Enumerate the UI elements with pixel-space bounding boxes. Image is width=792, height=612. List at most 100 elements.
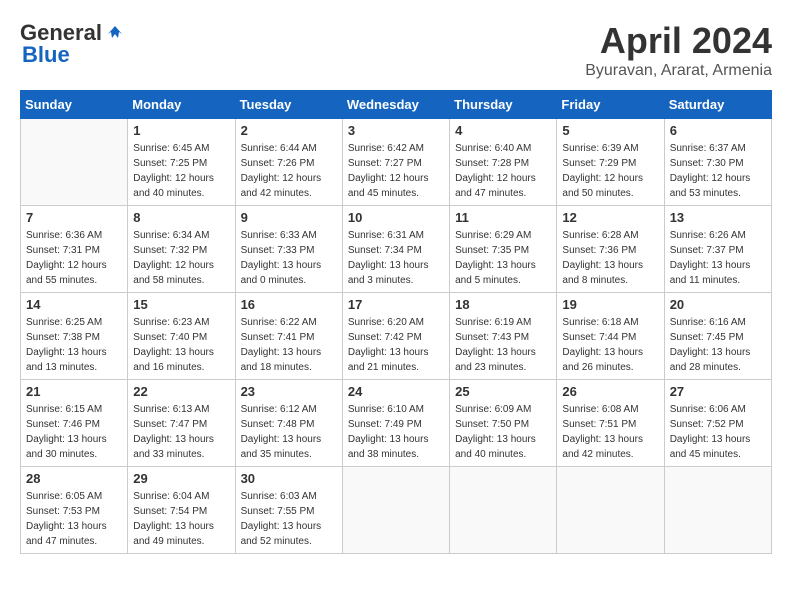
calendar-cell: 19Sunrise: 6:18 AMSunset: 7:44 PMDayligh… xyxy=(557,293,664,380)
day-info: Sunrise: 6:44 AMSunset: 7:26 PMDaylight:… xyxy=(241,141,337,201)
day-info: Sunrise: 6:05 AMSunset: 7:53 PMDaylight:… xyxy=(26,489,122,549)
logo-bird-icon xyxy=(106,24,124,42)
day-info: Sunrise: 6:37 AMSunset: 7:30 PMDaylight:… xyxy=(670,141,766,201)
calendar-cell: 26 Sunrise: 6:08 AMSunset: 7:51 PMDayligh… xyxy=(557,380,664,467)
calendar-week-row: 28 Sunrise: 6:05 AMSunset: 7:53 PMDayligh… xyxy=(21,467,772,554)
calendar-cell: 6 Sunrise: 6:37 AMSunset: 7:30 PMDaylight… xyxy=(664,119,771,206)
day-number: 7 xyxy=(26,210,122,225)
day-info: Sunrise: 6:26 AMSunset: 7:37 PMDaylight:… xyxy=(670,228,766,288)
day-info: Sunrise: 6:09 AMSunset: 7:50 PMDaylight:… xyxy=(455,402,551,462)
calendar-header-row: SundayMondayTuesdayWednesdayThursdayFrid… xyxy=(21,91,772,119)
day-info: Sunrise: 6:45 AMSunset: 7:25 PMDaylight:… xyxy=(133,141,229,201)
day-number: 20 xyxy=(670,297,766,312)
day-info: Sunrise: 6:18 AMSunset: 7:44 PMDaylight:… xyxy=(562,315,658,375)
calendar-cell: 10 Sunrise: 6:31 AMSunset: 7:34 PMDayligh… xyxy=(342,206,449,293)
weekday-header: Monday xyxy=(128,91,235,119)
calendar-cell: 15Sunrise: 6:23 AMSunset: 7:40 PMDayligh… xyxy=(128,293,235,380)
calendar-table: SundayMondayTuesdayWednesdayThursdayFrid… xyxy=(20,90,772,554)
calendar-cell xyxy=(450,467,557,554)
calendar-cell: 25 Sunrise: 6:09 AMSunset: 7:50 PMDayligh… xyxy=(450,380,557,467)
calendar-cell xyxy=(342,467,449,554)
page-header: General Blue April 2024 Byuravan, Ararat… xyxy=(20,20,772,80)
calendar-cell: 14Sunrise: 6:25 AMSunset: 7:38 PMDayligh… xyxy=(21,293,128,380)
calendar-week-row: 1 Sunrise: 6:45 AMSunset: 7:25 PMDaylight… xyxy=(21,119,772,206)
calendar-cell: 7Sunrise: 6:36 AMSunset: 7:31 PMDaylight… xyxy=(21,206,128,293)
day-info: Sunrise: 6:15 AMSunset: 7:46 PMDaylight:… xyxy=(26,402,122,462)
day-info: Sunrise: 6:25 AMSunset: 7:38 PMDaylight:… xyxy=(26,315,122,375)
calendar-cell: 17Sunrise: 6:20 AMSunset: 7:42 PMDayligh… xyxy=(342,293,449,380)
day-number: 18 xyxy=(455,297,551,312)
day-number: 4 xyxy=(455,123,551,138)
calendar-cell: 8 Sunrise: 6:34 AMSunset: 7:32 PMDaylight… xyxy=(128,206,235,293)
day-info: Sunrise: 6:40 AMSunset: 7:28 PMDaylight:… xyxy=(455,141,551,201)
day-info: Sunrise: 6:10 AMSunset: 7:49 PMDaylight:… xyxy=(348,402,444,462)
day-number: 26 xyxy=(562,384,658,399)
calendar-cell: 23Sunrise: 6:12 AMSunset: 7:48 PMDayligh… xyxy=(235,380,342,467)
title-area: April 2024 Byuravan, Ararat, Armenia xyxy=(585,20,772,80)
day-number: 8 xyxy=(133,210,229,225)
day-info: Sunrise: 6:12 AMSunset: 7:48 PMDaylight:… xyxy=(241,402,337,462)
day-info: Sunrise: 6:04 AMSunset: 7:54 PMDaylight:… xyxy=(133,489,229,549)
calendar-week-row: 7Sunrise: 6:36 AMSunset: 7:31 PMDaylight… xyxy=(21,206,772,293)
day-number: 29 xyxy=(133,471,229,486)
day-number: 6 xyxy=(670,123,766,138)
day-info: Sunrise: 6:39 AMSunset: 7:29 PMDaylight:… xyxy=(562,141,658,201)
day-number: 1 xyxy=(133,123,229,138)
day-number: 11 xyxy=(455,210,551,225)
day-info: Sunrise: 6:22 AMSunset: 7:41 PMDaylight:… xyxy=(241,315,337,375)
calendar-cell: 29 Sunrise: 6:04 AMSunset: 7:54 PMDayligh… xyxy=(128,467,235,554)
weekday-header: Friday xyxy=(557,91,664,119)
day-number: 2 xyxy=(241,123,337,138)
calendar-cell: 4 Sunrise: 6:40 AMSunset: 7:28 PMDaylight… xyxy=(450,119,557,206)
calendar-cell: 3Sunrise: 6:42 AMSunset: 7:27 PMDaylight… xyxy=(342,119,449,206)
day-info: Sunrise: 6:06 AMSunset: 7:52 PMDaylight:… xyxy=(670,402,766,462)
calendar-cell: 30 Sunrise: 6:03 AMSunset: 7:55 PMDayligh… xyxy=(235,467,342,554)
calendar-cell: 21Sunrise: 6:15 AMSunset: 7:46 PMDayligh… xyxy=(21,380,128,467)
day-number: 25 xyxy=(455,384,551,399)
day-number: 12 xyxy=(562,210,658,225)
day-info: Sunrise: 6:19 AMSunset: 7:43 PMDaylight:… xyxy=(455,315,551,375)
calendar-cell xyxy=(557,467,664,554)
day-number: 28 xyxy=(26,471,122,486)
calendar-cell: 13 Sunrise: 6:26 AMSunset: 7:37 PMDayligh… xyxy=(664,206,771,293)
calendar-cell: 22Sunrise: 6:13 AMSunset: 7:47 PMDayligh… xyxy=(128,380,235,467)
logo: General Blue xyxy=(20,20,124,68)
day-number: 27 xyxy=(670,384,766,399)
calendar-cell: 27 Sunrise: 6:06 AMSunset: 7:52 PMDayligh… xyxy=(664,380,771,467)
day-number: 30 xyxy=(241,471,337,486)
month-title: April 2024 xyxy=(585,20,772,62)
day-number: 13 xyxy=(670,210,766,225)
calendar-cell: 9Sunrise: 6:33 AMSunset: 7:33 PMDaylight… xyxy=(235,206,342,293)
calendar-cell: 20 Sunrise: 6:16 AMSunset: 7:45 PMDayligh… xyxy=(664,293,771,380)
day-info: Sunrise: 6:08 AMSunset: 7:51 PMDaylight:… xyxy=(562,402,658,462)
day-number: 22 xyxy=(133,384,229,399)
day-info: Sunrise: 6:03 AMSunset: 7:55 PMDaylight:… xyxy=(241,489,337,549)
weekday-header: Sunday xyxy=(21,91,128,119)
calendar-week-row: 14Sunrise: 6:25 AMSunset: 7:38 PMDayligh… xyxy=(21,293,772,380)
calendar-cell: 5 Sunrise: 6:39 AMSunset: 7:29 PMDaylight… xyxy=(557,119,664,206)
day-number: 24 xyxy=(348,384,444,399)
calendar-cell: 18 Sunrise: 6:19 AMSunset: 7:43 PMDayligh… xyxy=(450,293,557,380)
day-number: 16 xyxy=(241,297,337,312)
weekday-header: Tuesday xyxy=(235,91,342,119)
calendar-cell xyxy=(21,119,128,206)
day-number: 10 xyxy=(348,210,444,225)
day-info: Sunrise: 6:42 AMSunset: 7:27 PMDaylight:… xyxy=(348,141,444,201)
location: Byuravan, Ararat, Armenia xyxy=(585,62,772,80)
calendar-cell: 28 Sunrise: 6:05 AMSunset: 7:53 PMDayligh… xyxy=(21,467,128,554)
day-info: Sunrise: 6:28 AMSunset: 7:36 PMDaylight:… xyxy=(562,228,658,288)
calendar-cell: 16 Sunrise: 6:22 AMSunset: 7:41 PMDayligh… xyxy=(235,293,342,380)
calendar-cell: 2 Sunrise: 6:44 AMSunset: 7:26 PMDaylight… xyxy=(235,119,342,206)
day-info: Sunrise: 6:31 AMSunset: 7:34 PMDaylight:… xyxy=(348,228,444,288)
weekday-header: Saturday xyxy=(664,91,771,119)
weekday-header: Thursday xyxy=(450,91,557,119)
weekday-header: Wednesday xyxy=(342,91,449,119)
day-info: Sunrise: 6:33 AMSunset: 7:33 PMDaylight:… xyxy=(241,228,337,288)
day-info: Sunrise: 6:16 AMSunset: 7:45 PMDaylight:… xyxy=(670,315,766,375)
day-number: 15 xyxy=(133,297,229,312)
day-info: Sunrise: 6:29 AMSunset: 7:35 PMDaylight:… xyxy=(455,228,551,288)
logo-blue: Blue xyxy=(22,42,70,67)
day-info: Sunrise: 6:34 AMSunset: 7:32 PMDaylight:… xyxy=(133,228,229,288)
calendar-cell: 24 Sunrise: 6:10 AMSunset: 7:49 PMDayligh… xyxy=(342,380,449,467)
day-number: 5 xyxy=(562,123,658,138)
